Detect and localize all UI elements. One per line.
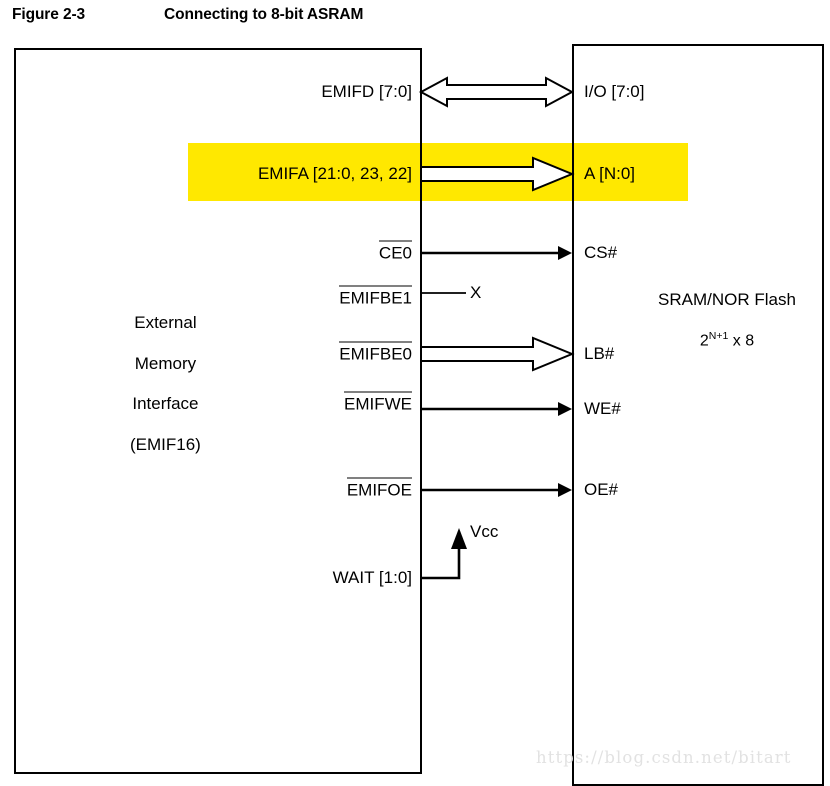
wire-data-bus bbox=[418, 76, 575, 108]
wire-address-bus bbox=[420, 156, 575, 192]
emif-block-line-1: External bbox=[134, 313, 197, 332]
pin-label-lb: LB# bbox=[584, 344, 615, 363]
memory-block-capacity: 2N+1 x 8 bbox=[658, 321, 796, 356]
signal-label-ce0-text: CE0 bbox=[378, 240, 413, 263]
signal-label-ce0: CE0 bbox=[378, 240, 413, 264]
capacity-base: 2 bbox=[699, 332, 709, 350]
signal-wires bbox=[418, 76, 575, 580]
signal-label-emifwe-text: EMIFWE bbox=[344, 391, 412, 414]
signal-label-emifoe-text: EMIFOE bbox=[346, 477, 413, 500]
emif-block-line-4: (EMIF16) bbox=[130, 434, 201, 454]
emif-block-line-2: Memory bbox=[134, 353, 197, 373]
unconnected-marker: X bbox=[470, 283, 482, 302]
pin-label-we: WE# bbox=[584, 399, 621, 418]
watermark: https://blog.csdn.net/bitart bbox=[536, 748, 792, 767]
signal-label-wait: WAIT [1:0] bbox=[332, 568, 412, 587]
signal-label-emifoe: EMIFOE bbox=[346, 477, 413, 501]
signal-label-emifa: EMIFA [21:0, 23, 22] bbox=[257, 164, 412, 183]
capacity-suffix: x 8 bbox=[728, 332, 755, 350]
capacity-exponent: N+1 bbox=[708, 330, 729, 342]
vcc-label: Vcc bbox=[470, 522, 499, 541]
memory-block-label: SRAM/NOR Flash 2N+1 x 8 bbox=[658, 285, 796, 356]
emif-block-label: External Memory Interface (EMIF16) bbox=[130, 303, 201, 465]
wire-byte-enable-0 bbox=[420, 336, 575, 372]
signal-label-emifd: EMIFD [7:0] bbox=[321, 82, 412, 101]
pin-label-oe: OE# bbox=[584, 480, 619, 499]
pin-label-io: I/O [7:0] bbox=[584, 82, 645, 101]
emif-block-line-3: Interface bbox=[132, 394, 199, 413]
asram-connection-diagram: External Memory Interface (EMIF16) SRAM/… bbox=[0, 0, 830, 786]
pin-label-a: A [N:0] bbox=[584, 164, 636, 183]
memory-block-title: SRAM/NOR Flash bbox=[658, 290, 796, 309]
signal-label-emifbe0-text: EMIFBE0 bbox=[339, 341, 412, 364]
signal-label-emifbe0: EMIFBE0 bbox=[339, 341, 412, 365]
signal-label-emifbe1: EMIFBE1 bbox=[339, 285, 412, 309]
signal-label-emifbe1-text: EMIFBE1 bbox=[339, 285, 412, 308]
wire-wait-pullup bbox=[421, 528, 467, 580]
wire-write-enable bbox=[421, 402, 572, 416]
pin-label-cs: CS# bbox=[584, 243, 618, 262]
wire-chip-enable bbox=[421, 246, 572, 260]
wire-output-enable bbox=[421, 483, 572, 497]
signal-label-emifwe: EMIFWE bbox=[344, 391, 412, 415]
